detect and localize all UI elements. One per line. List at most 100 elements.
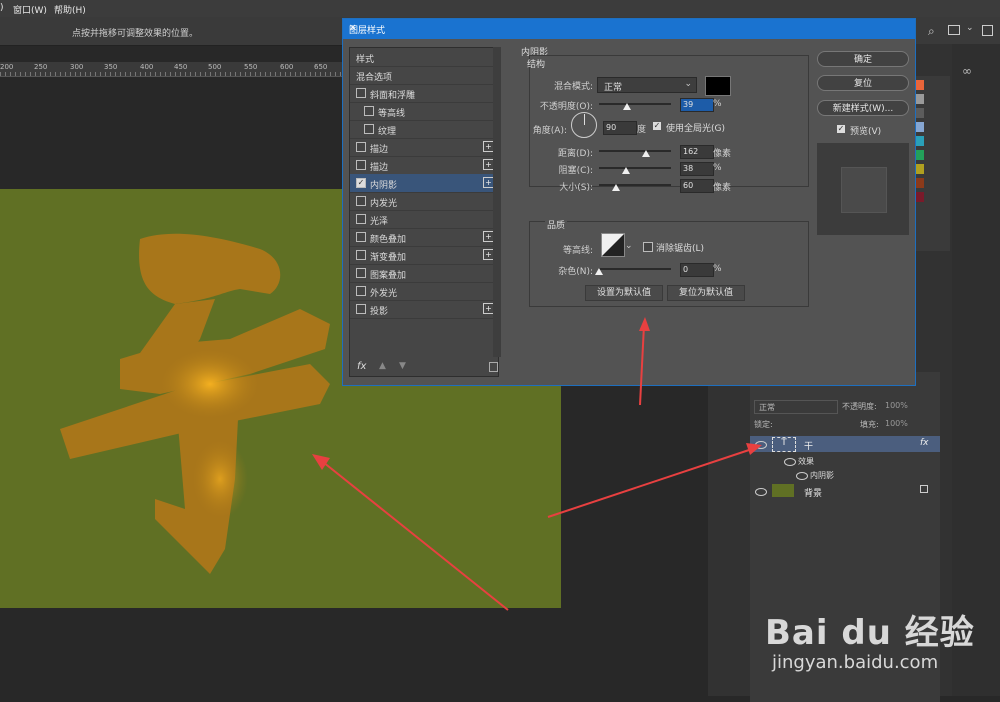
style-item-label: 颜色叠加: [370, 235, 407, 245]
style-item-bevel-emboss[interactable]: 斜面和浮雕: [350, 84, 496, 103]
creative-cloud-icon[interactable]: ∞: [962, 64, 972, 78]
checkbox[interactable]: [356, 286, 366, 296]
style-item-pattern-overlay[interactable]: 图案叠加: [350, 264, 496, 283]
layer-inner-shadow-row[interactable]: 内阴影: [750, 467, 940, 483]
fill-value[interactable]: 100%: [885, 419, 908, 428]
fill-label: 填充:: [860, 420, 879, 429]
size-slider[interactable]: [599, 184, 671, 186]
workspace-icon[interactable]: [948, 25, 960, 35]
layer-opacity-value[interactable]: 100%: [885, 401, 908, 410]
style-item-outer-glow[interactable]: 外发光: [350, 282, 496, 301]
checkbox[interactable]: [356, 232, 366, 242]
checkbox[interactable]: [364, 124, 374, 134]
reset-default-button[interactable]: 复位为默认值: [667, 285, 745, 301]
style-item-color-overlay[interactable]: 颜色叠加 +: [350, 228, 496, 247]
search-icon[interactable]: ⌕: [928, 24, 935, 39]
choke-label: 阻塞(C):: [558, 166, 593, 176]
blend-mode-value: 正常: [604, 83, 623, 93]
blend-mode-select[interactable]: 正常: [754, 400, 838, 414]
style-item-gradient-overlay[interactable]: 渐变叠加 +: [350, 246, 496, 265]
checkbox[interactable]: [356, 160, 366, 170]
new-style-button[interactable]: 新建样式(W)...: [817, 100, 909, 116]
eye-icon[interactable]: [784, 458, 796, 466]
style-item-label: 描边: [370, 163, 389, 173]
choke-slider-thumb[interactable]: [622, 167, 631, 174]
ok-button[interactable]: 确定: [817, 51, 909, 67]
layer-thumbnail: [772, 484, 794, 497]
reset-button[interactable]: 复位: [817, 75, 909, 91]
anti-alias-label: 消除锯齿(L): [656, 244, 705, 254]
layer-row-background[interactable]: 背景: [750, 482, 940, 500]
style-item-label: 内发光: [370, 199, 398, 209]
shadow-color-swatch[interactable]: [705, 76, 731, 96]
style-item-stroke-2[interactable]: 描边 +: [350, 156, 496, 175]
noise-slider-thumb[interactable]: [595, 268, 603, 275]
choke-unit: %: [713, 163, 722, 173]
menu-help[interactable]: 帮助(H): [54, 3, 86, 16]
baidu-watermark-logo: Bai du 经验: [765, 613, 975, 653]
baidu-watermark-url: jingyan.baidu.com: [772, 652, 939, 673]
checkbox[interactable]: [356, 250, 366, 260]
anti-alias-checkbox[interactable]: [643, 242, 653, 252]
dialog-title-bar[interactable]: 图层样式 ×: [343, 19, 915, 39]
style-list-header[interactable]: 样式: [350, 48, 496, 67]
ruler-tick: 350: [104, 63, 118, 71]
layer-style-dialog: 图层样式 × 样式 混合选项 斜面和浮雕 等高线 纹理 描边 + 描边 + ✓ …: [342, 18, 916, 386]
close-icon[interactable]: ×: [349, 23, 909, 33]
noise-slider[interactable]: [599, 268, 671, 270]
fx-icon[interactable]: fx: [357, 361, 366, 372]
checkbox[interactable]: [356, 304, 366, 314]
distance-input[interactable]: 162: [680, 145, 714, 159]
layer-row-text[interactable]: T 干 fx: [750, 436, 940, 452]
style-list-scrollbar[interactable]: [493, 47, 501, 357]
style-item-drop-shadow[interactable]: 投影 +: [350, 300, 496, 319]
choke-slider[interactable]: [599, 167, 671, 169]
style-item-contour[interactable]: 等高线: [350, 102, 496, 121]
angle-input[interactable]: 90: [603, 121, 637, 135]
style-item-stroke[interactable]: 描边 +: [350, 138, 496, 157]
arrow-down-icon[interactable]: ▼: [399, 361, 406, 371]
style-item-inner-glow[interactable]: 内发光: [350, 192, 496, 211]
style-item-inner-shadow[interactable]: ✓ 内阴影 +: [350, 174, 496, 193]
share-icon[interactable]: [982, 25, 993, 36]
contour-curve-icon: [602, 234, 624, 256]
chevron-down-icon[interactable]: ⌄: [966, 23, 974, 33]
size-slider-thumb[interactable]: [612, 184, 621, 191]
eye-icon[interactable]: [796, 472, 808, 480]
distance-slider-thumb[interactable]: [641, 150, 650, 157]
global-light-checkbox[interactable]: ✓: [653, 122, 661, 130]
checkbox[interactable]: [356, 196, 366, 206]
arrow-up-icon[interactable]: ▲: [379, 361, 386, 371]
style-item-label: 斜面和浮雕: [370, 91, 416, 101]
preview-square: [841, 167, 887, 213]
trash-icon[interactable]: [489, 362, 498, 372]
menu-window[interactable]: 窗口(W): [13, 3, 47, 16]
checkbox[interactable]: [356, 142, 366, 152]
blending-options-item[interactable]: 混合选项: [350, 66, 496, 85]
style-item-satin[interactable]: 光泽: [350, 210, 496, 229]
distance-slider[interactable]: [599, 150, 671, 152]
ruler-tick: 300: [70, 63, 84, 71]
checkbox[interactable]: [356, 214, 366, 224]
opacity-input[interactable]: 39: [680, 98, 714, 112]
effects-label: 效果: [798, 457, 814, 466]
contour-picker[interactable]: [601, 233, 625, 257]
noise-input[interactable]: 0: [680, 263, 714, 277]
style-item-label: 投影: [370, 307, 389, 317]
preview-checkbox[interactable]: ✓: [837, 125, 845, 133]
fx-icon[interactable]: fx: [920, 438, 929, 448]
make-default-button[interactable]: 设置为默认值: [585, 285, 663, 301]
blend-mode-dropdown[interactable]: 正常 ⌄: [597, 77, 697, 93]
size-input[interactable]: 60: [680, 179, 714, 193]
checkbox[interactable]: [364, 106, 374, 116]
opacity-slider[interactable]: [599, 103, 671, 105]
opacity-slider-thumb[interactable]: [623, 103, 632, 110]
angle-dial[interactable]: [571, 112, 597, 138]
inner-shadow-settings: 内阴影 结构 混合模式: 正常 ⌄ 不透明度(O): 39 % 角度(A): 9…: [521, 47, 811, 377]
chevron-down-icon[interactable]: ⌄: [625, 241, 633, 251]
checkbox[interactable]: [356, 88, 366, 98]
checkbox-checked[interactable]: ✓: [356, 178, 366, 188]
style-item-texture[interactable]: 纹理: [350, 120, 496, 139]
checkbox[interactable]: [356, 268, 366, 278]
choke-input[interactable]: 38: [680, 162, 714, 176]
